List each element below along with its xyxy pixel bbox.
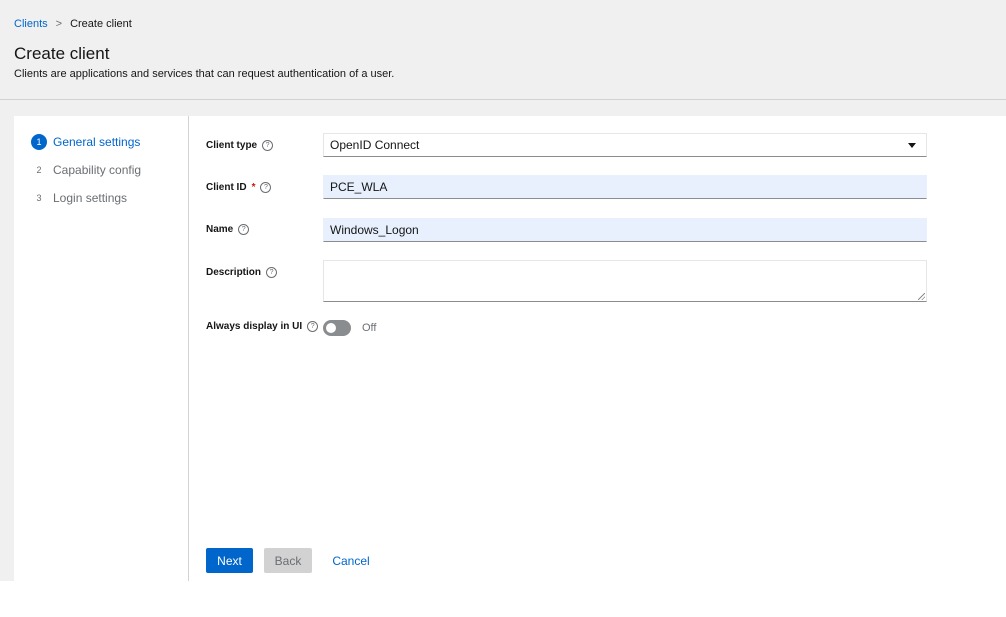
step-label: General settings	[53, 135, 141, 149]
next-button[interactable]: Next	[206, 548, 253, 573]
help-icon[interactable]: ?	[262, 140, 274, 151]
breadcrumb-clients-link[interactable]: Clients	[14, 18, 48, 30]
client-type-value: OpenID Connect	[330, 138, 420, 152]
client-type-label: Client type ?	[206, 140, 274, 151]
always-display-state: Off	[362, 322, 377, 334]
always-display-label: Always display in UI ?	[206, 321, 319, 332]
wizard-step-login-settings[interactable]: 3 Login settings	[31, 190, 127, 206]
page-header: Clients > Create client Create client Cl…	[0, 0, 1006, 100]
client-id-label: Client ID * ?	[206, 182, 272, 193]
description-label-text: Description	[206, 267, 262, 278]
description-row: Description ?	[206, 267, 278, 278]
breadcrumb-current: Create client	[70, 18, 132, 30]
page-background	[0, 100, 1006, 116]
description-textarea[interactable]	[323, 260, 927, 302]
client-type-select[interactable]: OpenID Connect	[323, 133, 927, 157]
wizard-step-capability-config[interactable]: 2 Capability config	[31, 162, 141, 178]
toggle-knob	[326, 323, 336, 333]
page-title: Create client	[14, 44, 110, 63]
required-indicator: *	[251, 182, 256, 193]
resize-handle-icon[interactable]	[918, 293, 925, 300]
help-icon[interactable]: ?	[307, 321, 319, 332]
always-display-row: Always display in UI ?	[206, 321, 319, 332]
name-value: Windows_Logon	[330, 223, 419, 237]
chevron-right-icon: >	[55, 18, 63, 30]
wizard-nav: 1 General settings 2 Capability config 3…	[14, 116, 189, 581]
caret-down-icon	[908, 142, 916, 148]
always-display-toggle[interactable]	[323, 320, 351, 336]
page-gutter	[0, 100, 14, 581]
help-icon[interactable]: ?	[266, 267, 278, 278]
always-display-label-text: Always display in UI	[206, 321, 303, 332]
description-label: Description ?	[206, 267, 278, 278]
create-client-wizard: 1 General settings 2 Capability config 3…	[14, 116, 1006, 581]
help-icon[interactable]: ?	[238, 224, 250, 235]
step-number: 2	[36, 165, 42, 175]
step-number: 3	[36, 193, 42, 203]
client-id-row: Client ID * ?	[206, 182, 272, 193]
page-description: Clients are applications and services th…	[14, 68, 395, 80]
client-id-label-text: Client ID	[206, 182, 247, 193]
client-id-input[interactable]: PCE_WLA	[323, 175, 927, 199]
name-row: Name ?	[206, 224, 250, 235]
cancel-button[interactable]: Cancel	[326, 548, 376, 573]
wizard-step-general-settings[interactable]: 1 General settings	[31, 134, 140, 150]
back-button[interactable]: Back	[264, 548, 312, 573]
step-label: Login settings	[53, 191, 128, 205]
breadcrumb: Clients > Create client	[14, 18, 132, 30]
client-type-row: Client type ?	[206, 140, 274, 151]
help-icon[interactable]: ?	[260, 182, 272, 193]
name-label: Name ?	[206, 224, 250, 235]
name-input[interactable]: Windows_Logon	[323, 218, 927, 242]
name-label-text: Name	[206, 224, 234, 235]
step-label: Capability config	[53, 163, 142, 177]
client-id-value: PCE_WLA	[330, 180, 388, 194]
client-type-label-text: Client type	[206, 140, 258, 151]
step-number: 1	[31, 134, 47, 150]
